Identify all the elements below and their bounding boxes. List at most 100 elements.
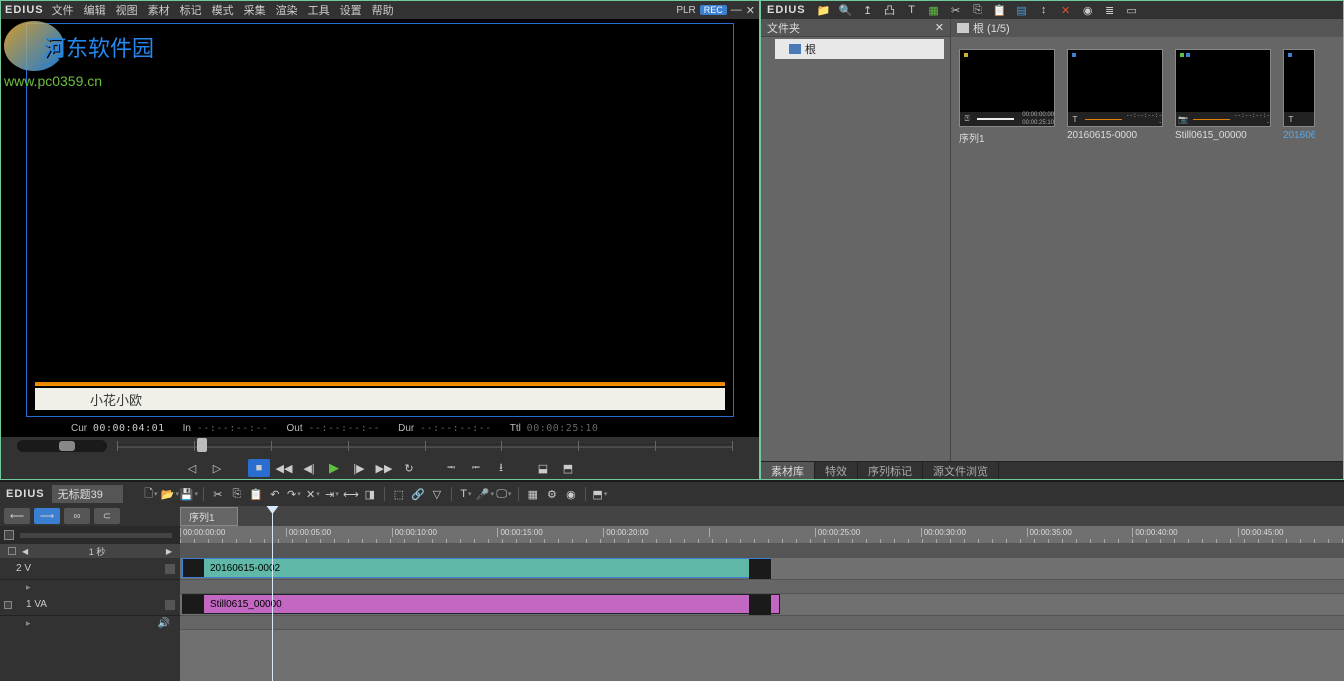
tab-effects[interactable]: 特效 [815,462,858,479]
sort-icon[interactable]: ↕ [1036,3,1052,17]
tab-source[interactable]: 源文件浏览 [923,462,999,479]
copy-icon[interactable]: ⎘ [970,3,986,17]
folder-icon[interactable]: 📁 [816,3,832,17]
tab-bin[interactable]: 素材库 [761,462,815,479]
clip-still[interactable]: 📷 --:--:--:-- Still0615_00000 [1175,49,1271,145]
up-icon[interactable]: ↥ [860,3,876,17]
tc-dur[interactable]: --:--:--:-- [420,423,492,434]
stop-button[interactable]: ■ [248,459,270,477]
delete-icon[interactable]: ✕ [1058,3,1074,17]
voiceover-icon[interactable]: 🎤 [476,485,494,503]
project-name[interactable]: 无标题39 [52,485,123,503]
folder-root[interactable]: 根 [775,39,944,59]
menu-clip[interactable]: 素材 [148,2,170,18]
undo-icon[interactable]: ↶ [266,485,284,503]
mark-in-icon[interactable]: ⭳ [490,459,512,477]
vectorscope-icon[interactable]: ◉ [562,485,580,503]
menu-file[interactable]: 文件 [52,2,74,18]
track-patch-icon[interactable] [164,563,176,575]
prev-edit-icon[interactable]: ⭲ [440,459,462,477]
cut-icon[interactable]: ✂ [948,3,964,17]
time-ruler[interactable]: 00:00:00:00 00:00:05:00 00:00:10:00 00:0… [180,526,1344,544]
overwrite-icon[interactable]: ⬒ [557,459,579,477]
tc-out[interactable]: --:--:--:-- [308,423,380,434]
defaults-icon[interactable]: ▦ [524,485,542,503]
link-icon[interactable]: 🔗 [409,485,427,503]
color-icon[interactable]: ◉ [1080,3,1096,17]
play-button[interactable]: ▶ [323,459,345,477]
clip-sequence[interactable]: ⍰ 00:00:00:0000:00:25:10 序列1 [959,49,1055,145]
track-1va-header[interactable]: 1 VA [0,594,180,616]
zoom-slider[interactable] [20,533,172,538]
menu-render[interactable]: 渲染 [276,2,298,18]
loop-button[interactable]: ↻ [398,459,420,477]
menu-capture[interactable]: 采集 [244,2,266,18]
paste-icon[interactable]: 📋 [992,3,1008,17]
view-icon[interactable]: ≣ [1102,3,1118,17]
set-out-icon[interactable]: ▷ [206,459,228,477]
track-1va-lane[interactable]: Still0615_00000 [180,594,1344,616]
zoom-toggle[interactable] [4,530,14,540]
mixer-icon[interactable]: ⚙ [543,485,561,503]
clip-title-2[interactable]: T 201606 [1283,49,1315,145]
sequence-tab[interactable]: 序列1 [180,507,238,526]
render-icon[interactable]: ⬒ [591,485,609,503]
jog-dial[interactable] [17,440,107,452]
menu-settings[interactable]: 设置 [340,2,362,18]
monitor-icon[interactable]: 🖵 [495,485,513,503]
hide-icon[interactable]: ▭ [1124,3,1140,17]
track-2v-lane[interactable]: 20160615-0002 [180,558,1344,580]
mode-multicam[interactable]: ∞ [64,508,90,524]
tc-ttl[interactable]: 00:00:25:10 [527,423,599,434]
titler-icon[interactable]: T [457,485,475,503]
snap-icon[interactable]: ⊂ [94,508,120,524]
mute-icon[interactable] [4,601,12,609]
scale-next-icon[interactable]: ▶ [166,547,172,556]
prev-frame-button[interactable]: ◀| [298,459,320,477]
new-bin-icon[interactable]: 凸 [882,3,898,17]
paste-icon[interactable]: 📋 [247,485,265,503]
cut-icon[interactable]: ✂ [209,485,227,503]
title-icon[interactable]: T [904,3,920,17]
timeline-tracks[interactable]: 序列1 00:00:00:00 00:00:05:00 00:00:10:00 … [180,506,1344,681]
marker-icon[interactable]: ▽ [428,485,446,503]
timeline-clip-video[interactable]: 20160615-0002 [182,558,772,578]
set-in-icon[interactable]: ◁ [181,459,203,477]
group-icon[interactable]: ⬚ [390,485,408,503]
open-icon[interactable]: 📂 [161,485,179,503]
next-frame-button[interactable]: |▶ [348,459,370,477]
menu-tools[interactable]: 工具 [308,2,330,18]
search-icon[interactable]: 🔍 [838,3,854,17]
redo-icon[interactable]: ↷ [285,485,303,503]
shuttle-slider[interactable] [117,444,733,448]
tc-cur[interactable]: 00:00:04:01 [93,423,165,434]
preview-viewport[interactable]: 小花小欧 [26,23,734,417]
track-2v-header[interactable]: 2 V [0,558,180,580]
scale-label[interactable]: 1 秒 [28,545,166,558]
playhead[interactable] [272,506,273,681]
rewind-button[interactable]: ◀◀ [273,459,295,477]
delete-icon[interactable]: ✕ [304,485,322,503]
split-icon[interactable]: ⟷ [342,485,360,503]
speaker-icon[interactable]: 🔊 [158,618,170,629]
menu-mode[interactable]: 模式 [212,2,234,18]
menu-edit[interactable]: 编辑 [84,2,106,18]
track-2v-expand[interactable]: ▸ [0,580,180,594]
next-edit-icon[interactable]: ⭰ [465,459,487,477]
mode-normal[interactable]: ⟵ [4,508,30,524]
rec-button[interactable]: REC [700,5,727,15]
menu-marker[interactable]: 标记 [180,2,202,18]
new-icon[interactable]: 🗋 [142,485,160,503]
menu-help[interactable]: 帮助 [372,2,394,18]
save-icon[interactable]: 💾 [180,485,198,503]
scale-box-icon[interactable] [8,547,16,555]
props-icon[interactable]: ▤ [1014,3,1030,17]
new-seq-icon[interactable]: ▦ [926,3,942,17]
ripple-icon[interactable]: ⇥ [323,485,341,503]
copy-icon[interactable]: ⎘ [228,485,246,503]
close-icon[interactable]: ✕ [746,4,755,17]
menu-view[interactable]: 视图 [116,2,138,18]
close-tree-icon[interactable]: ✕ [935,21,944,34]
mode-trim[interactable]: ⟶ [34,508,60,524]
tab-markers[interactable]: 序列标记 [858,462,923,479]
